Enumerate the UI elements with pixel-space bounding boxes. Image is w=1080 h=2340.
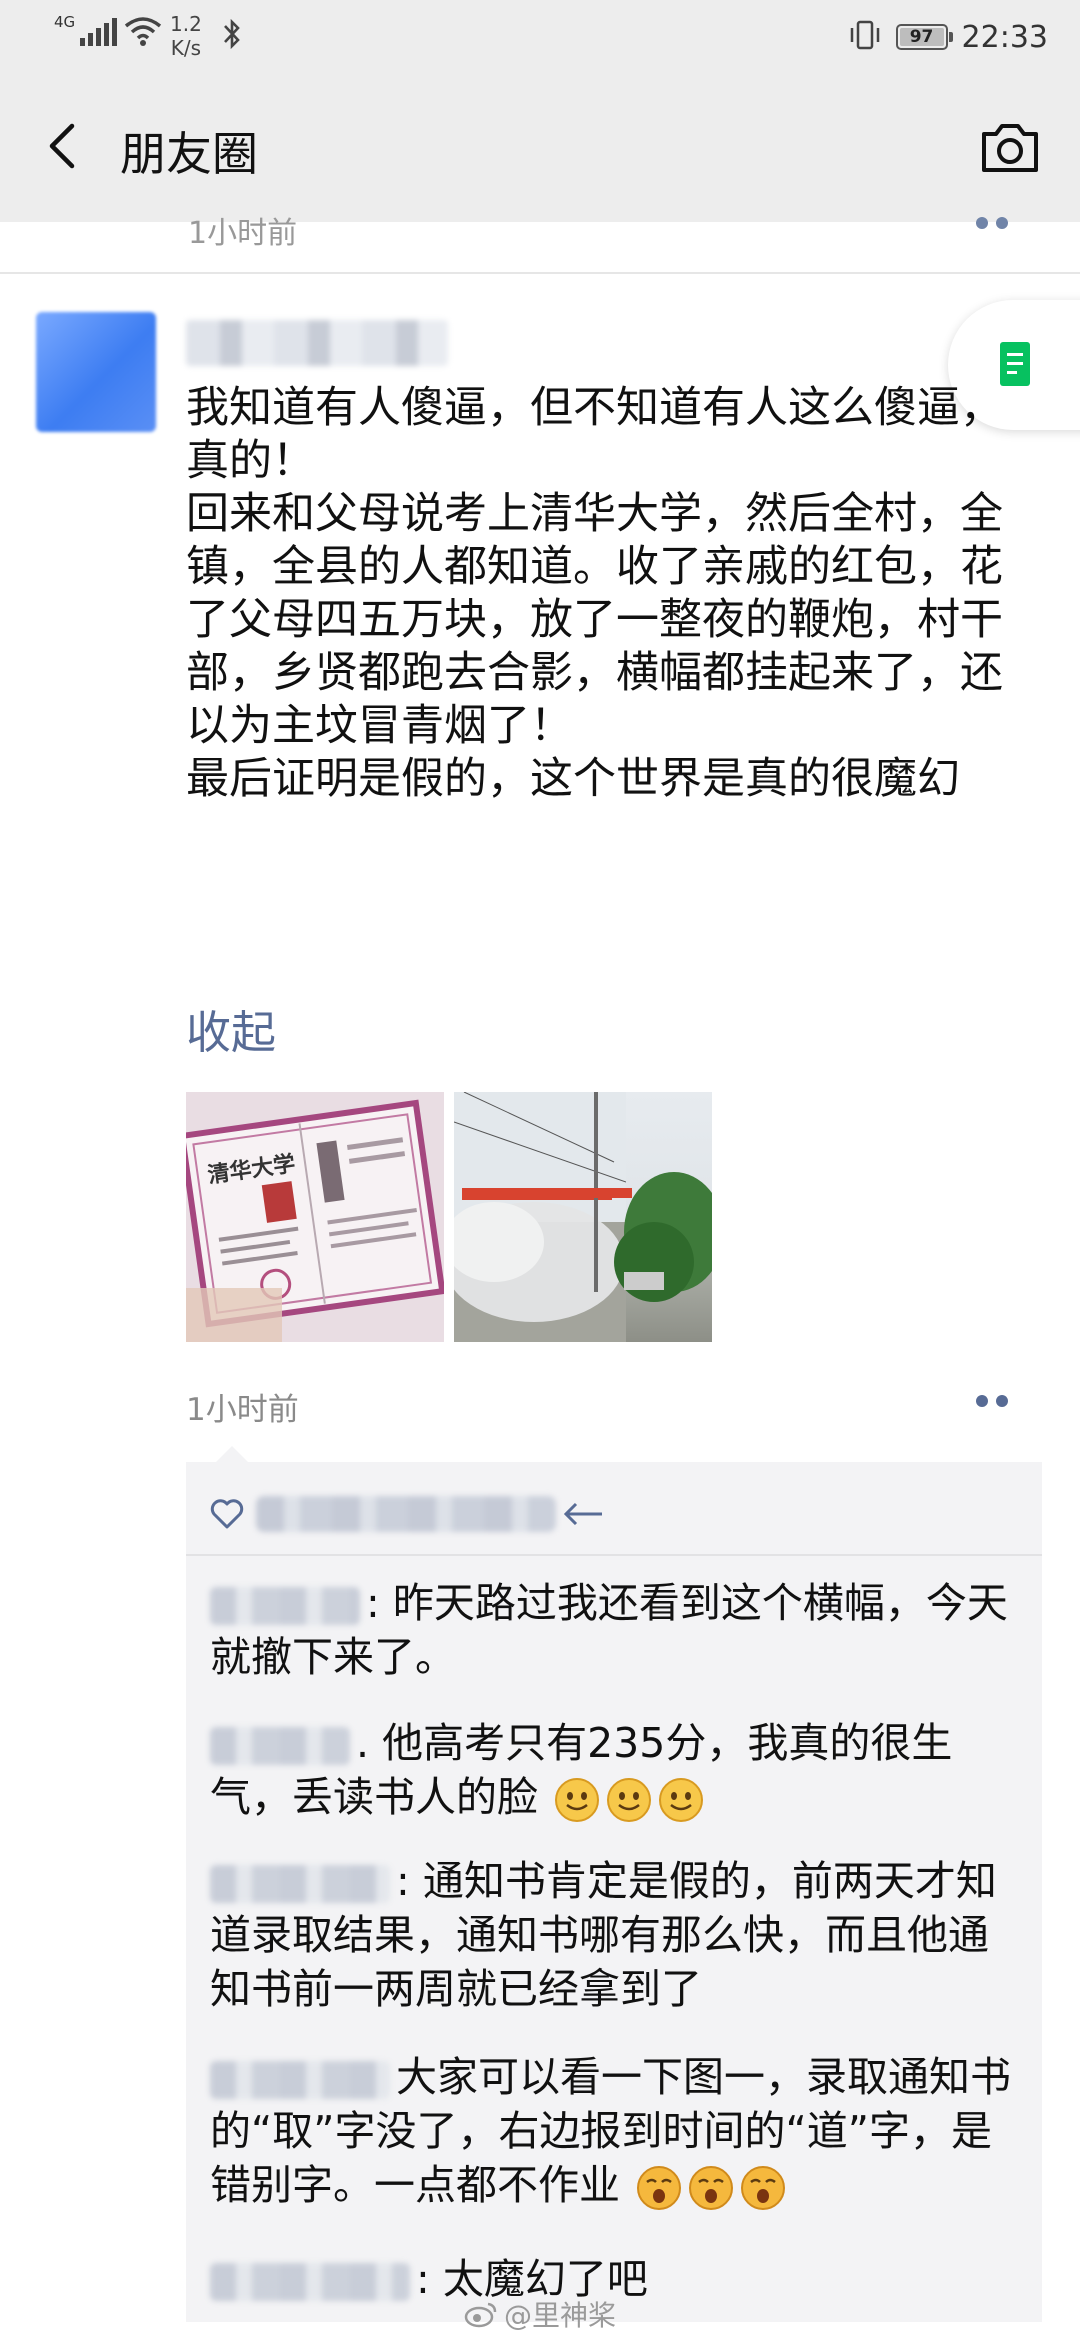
previous-post-time: 1小时前	[188, 216, 298, 251]
network-speed: 1.2 K/s	[170, 12, 202, 60]
likes-row	[210, 1488, 606, 1540]
previous-post-more-button[interactable]	[976, 214, 1016, 233]
arrow-left-icon	[563, 1502, 602, 1526]
likers-names-blurred[interactable]	[256, 1496, 556, 1532]
commenter-name-blurred[interactable]	[210, 1727, 350, 1765]
clock: 22:33	[961, 19, 1048, 55]
yawn-emoji-icon	[689, 2166, 734, 2210]
yawn-emoji-group	[620, 2161, 789, 2210]
comment-item[interactable]: : 通知书肯定是假的，前两天才知道录取结果，通知书哪有那么快，而且他通知书前一两…	[210, 1854, 1020, 2016]
network-indicator: 4G	[54, 13, 76, 31]
status-bar: 4G 1.2 K/s 97 22:33	[0, 0, 1080, 72]
camera-button[interactable]	[974, 112, 1046, 184]
chevron-left-icon	[49, 123, 75, 169]
comment-item[interactable]: . 他高考只有235分，我真的很生气，丢读书人的脸	[210, 1716, 1020, 1824]
comment-item[interactable]: 大家可以看一下图一，录取通知书的“取”字没了，右边报到时间的“道”字，是错别字。…	[210, 2050, 1020, 2212]
post-time: 1小时前	[186, 1392, 299, 1428]
weibo-logo-icon	[464, 2302, 497, 2328]
comments-panel: : 昨天路过我还看到这个横幅，今天就撤下来了。 . 他高考只有235分，我真的很…	[186, 1446, 1042, 2322]
smile-emoji-group	[538, 1773, 707, 1822]
vibrate-icon	[848, 18, 882, 56]
commenter-name-blurred[interactable]	[210, 1865, 390, 1903]
post-divider	[0, 272, 1080, 274]
signal-icon	[80, 18, 120, 50]
commenter-name-blurred[interactable]	[210, 1587, 360, 1625]
page-title: 朋友圈	[120, 127, 258, 181]
bluetooth-icon	[222, 18, 242, 54]
author-name-blurred[interactable]	[186, 320, 448, 366]
heart-icon	[210, 1499, 244, 1529]
nav-header: 朋友圈	[0, 72, 1080, 222]
more-actions-button[interactable]	[976, 1392, 1016, 1411]
battery-level: 97	[909, 27, 934, 47]
smile-emoji-icon	[659, 1778, 704, 1822]
watermark-text: @里神桨	[504, 2299, 617, 2332]
post-image-banner[interactable]	[454, 1092, 712, 1342]
camera-icon	[982, 124, 1038, 172]
smile-emoji-icon	[607, 1778, 652, 1822]
wifi-icon	[124, 16, 162, 52]
avatar[interactable]	[36, 312, 156, 432]
document-icon	[1000, 342, 1030, 386]
back-button[interactable]	[34, 116, 94, 176]
commenter-name-blurred[interactable]	[210, 2263, 410, 2301]
smile-emoji-icon	[555, 1778, 600, 1822]
yawn-emoji-icon	[741, 2166, 786, 2210]
post-text: 我知道有人傻逼，但不知道有人这么傻逼，真的！ 回来和父母说考上清华大学，然后全村…	[186, 383, 1003, 804]
yawn-emoji-icon	[637, 2166, 682, 2210]
weibo-watermark: @里神桨	[464, 2294, 616, 2334]
commenter-name-blurred[interactable]	[210, 2061, 390, 2099]
likes-divider	[186, 1554, 1042, 1556]
post-image-admission-letter[interactable]: 清华大学	[186, 1092, 444, 1342]
battery-icon: 97	[895, 24, 953, 50]
collapse-link[interactable]: 收起	[186, 996, 276, 1061]
comment-item[interactable]: : 昨天路过我还看到这个横幅，今天就撤下来了。	[210, 1576, 1020, 1684]
